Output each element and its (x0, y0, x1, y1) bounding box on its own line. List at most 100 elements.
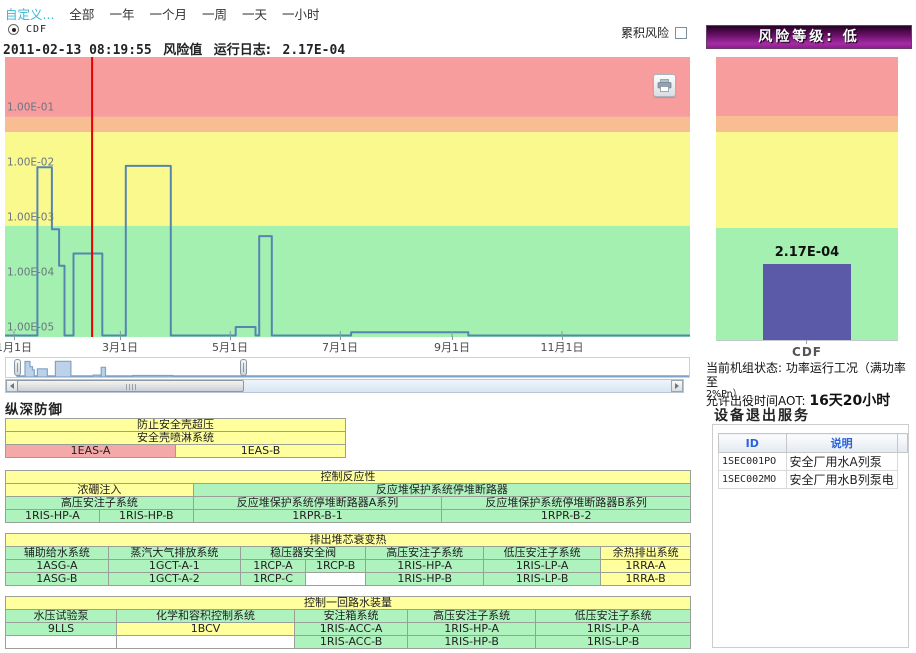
x-tick-label: 7月1日 (310, 339, 370, 355)
scroll-right-arrow-icon[interactable] (671, 380, 683, 392)
defense-cell: 控制反应性 (6, 471, 691, 484)
defense-cell: 1ASG-A (6, 560, 109, 573)
scrollbar-thumb[interactable] (17, 380, 244, 392)
defense-cell-empty (6, 636, 117, 649)
defense-table-row: 1ASG-A1GCT-A-11RCP-A1RCP-B1RIS-HP-A1RIS-… (6, 560, 691, 573)
cdf-radio-label: CDF (26, 24, 47, 35)
defense-cell: 1ASG-B (6, 573, 109, 586)
defense-table-row: 防止安全壳超压 (6, 419, 346, 432)
bar-panel-band-red (716, 57, 898, 116)
defense-table-row: 辅助给水系统蒸汽大气排放系统稳压器安全阀高压安注子系统低压安注子系统余热排出系统 (6, 547, 691, 560)
tab-range-3[interactable]: 一周 (202, 4, 227, 23)
risk-band-green (5, 226, 690, 337)
defense-cell: 水压试验泵 (6, 610, 117, 623)
equipment-id: 1SEC001PO (719, 453, 787, 471)
horizontal-scrollbar[interactable] (5, 379, 684, 393)
defense-cell: 高压安注子系统 (366, 547, 484, 560)
defense-cell: 1RPR-B-2 (442, 510, 691, 523)
navigator-right-handle[interactable] (240, 359, 247, 376)
defense-table-row: 高压安注子系统反应堆保护系统停堆断路器A系列反应堆保护系统停堆断路器B系列 (6, 497, 691, 510)
range-navigator[interactable] (5, 357, 690, 378)
print-button[interactable] (653, 74, 676, 97)
defense-cell: 1RIS-ACC-B (295, 636, 408, 649)
equipment-col-header-1: 说明 (786, 434, 897, 453)
defense-cell: 余热排出系统 (601, 547, 691, 560)
defense-cell: 1RIS-HP-A (6, 510, 100, 523)
cdf-radio-row: CDF (8, 24, 47, 35)
defense-cell: 1RIS-LP-A (484, 560, 601, 573)
bar-panel-band-orange (716, 116, 898, 132)
defense-cell: 1RRA-A (601, 560, 691, 573)
equipment-col-header-0: ID (719, 434, 787, 453)
tab-range-5[interactable]: 一小时 (282, 4, 320, 23)
time-range-toolbar: 自定义... 全部一年一个月一周一天一小时 (5, 4, 320, 23)
title-risk-label: 风险值 (163, 43, 202, 58)
defense-cell: 反应堆保护系统停堆断路器 (193, 484, 690, 497)
bar-panel-band-yellow (716, 132, 898, 228)
equipment-desc: 安全厂用水B列泵电 (786, 471, 897, 489)
cumulative-risk-checkbox[interactable] (675, 27, 687, 39)
defense-cell: 1RIS-LP-B (536, 636, 691, 649)
equipment-spare-cell (897, 471, 907, 489)
defense-cell: 1GCT-A-1 (108, 560, 240, 573)
defense-cell: 1RIS-HP-B (408, 636, 536, 649)
defense-cell: 高压安注子系统 (408, 610, 536, 623)
y-tick-label: 1.00E-03 (7, 212, 54, 224)
defense-cell: 低压安注子系统 (484, 547, 601, 560)
equipment-row[interactable]: 1SEC001PO安全厂用水A列泵 (719, 453, 908, 471)
defense-cell: 排出堆芯衰变热 (6, 534, 691, 547)
defense-cell: 控制一回路水装量 (6, 597, 691, 610)
title-risk-value: 2.17E-04 (283, 43, 346, 58)
cumulative-risk-label: 累积风险 (621, 24, 669, 41)
page-title: 2011-02-13 08:19:55 风险值 运行日志: 2.17E-04 (3, 39, 352, 58)
aot-value: 16天20小时 (809, 393, 890, 409)
equipment-out-of-service-title: 设备退出服务 (714, 405, 810, 425)
navigator-mini-chart (6, 358, 689, 377)
defense-table-row: 安全壳喷淋系统 (6, 432, 346, 445)
navigator-left-handle[interactable] (14, 359, 21, 376)
risk-level-banner: 风险等级: 低 (706, 25, 912, 49)
defense-table-row: 水压试验泵化学和容积控制系统安注箱系统高压安注子系统低压安注子系统 (6, 610, 691, 623)
defense-cell: 反应堆保护系统停堆断路器B系列 (442, 497, 691, 510)
defense-cell-empty (306, 573, 366, 586)
scrollbar-grip-icon (126, 384, 136, 390)
x-axis-labels: 1月1日3月1日5月1日7月1日9月1日11月1日 (5, 338, 695, 354)
defense-table-row: 1RIS-HP-A1RIS-HP-B1RPR-B-11RPR-B-2 (6, 510, 691, 523)
risk-monitor-app: 自定义... 全部一年一个月一周一天一小时 CDF 累积风险 2011-02-1… (0, 0, 916, 653)
defense-table-row: 1ASG-B1GCT-A-21RCP-C1RIS-HP-B1RIS-LP-B1R… (6, 573, 691, 586)
tab-range-2[interactable]: 一个月 (149, 4, 187, 23)
defense-table-row: 浓硼注入反应堆保护系统停堆断路器 (6, 484, 691, 497)
defense-cell: 安全壳喷淋系统 (6, 432, 346, 445)
x-tick-label: 5月1日 (200, 339, 260, 355)
title-datetime: 2011-02-13 08:19:55 (3, 43, 152, 58)
defense-cell: 浓硼注入 (6, 484, 194, 497)
defense-table-row: 排出堆芯衰变热 (6, 534, 691, 547)
defense-cell: 化学和容积控制系统 (116, 610, 294, 623)
defense-cell: 1RIS-HP-A (408, 623, 536, 636)
defense-table-row: 1EAS-A1EAS-B (6, 445, 346, 458)
equipment-col-header-spare (897, 434, 907, 453)
equipment-spare-cell (897, 453, 907, 471)
defense-table-decay-heat-removal: 排出堆芯衰变热辅助给水系统蒸汽大气排放系统稳压器安全阀高压安注子系统低压安注子系… (5, 533, 691, 586)
custom-range-link[interactable]: 自定义... (5, 4, 54, 23)
cdf-radio[interactable] (8, 24, 19, 35)
defense-cell: 高压安注子系统 (6, 497, 194, 510)
defense-cell-empty (116, 636, 294, 649)
cumulative-risk-row: 累积风险 (621, 24, 687, 41)
tab-range-0[interactable]: 全部 (69, 4, 94, 23)
equipment-table-header: ID说明 (719, 434, 908, 453)
tab-range-1[interactable]: 一年 (109, 4, 134, 23)
bar-x-label: CDF (716, 345, 898, 359)
defense-cell: 1RIS-HP-B (366, 573, 484, 586)
defense-cell: 1EAS-A (6, 445, 176, 458)
x-tick-label: 1月1日 (0, 339, 44, 355)
tab-range-4[interactable]: 一天 (242, 4, 267, 23)
risk-trend-chart: 1.00E-011.00E-021.00E-031.00E-041.00E-05 (5, 57, 690, 337)
defense-table-reactivity-control: 控制反应性浓硼注入反应堆保护系统停堆断路器高压安注子系统反应堆保护系统停堆断路器… (5, 470, 691, 523)
equipment-row[interactable]: 1SEC002MO安全厂用水B列泵电 (719, 471, 908, 489)
defense-cell: 1RCP-B (306, 560, 366, 573)
defense-table-row: 控制反应性 (6, 471, 691, 484)
bar-value-label: 2.17E-04 (716, 245, 898, 260)
defense-cell: 反应堆保护系统停堆断路器A系列 (193, 497, 442, 510)
defense-cell: 1RIS-HP-B (99, 510, 193, 523)
